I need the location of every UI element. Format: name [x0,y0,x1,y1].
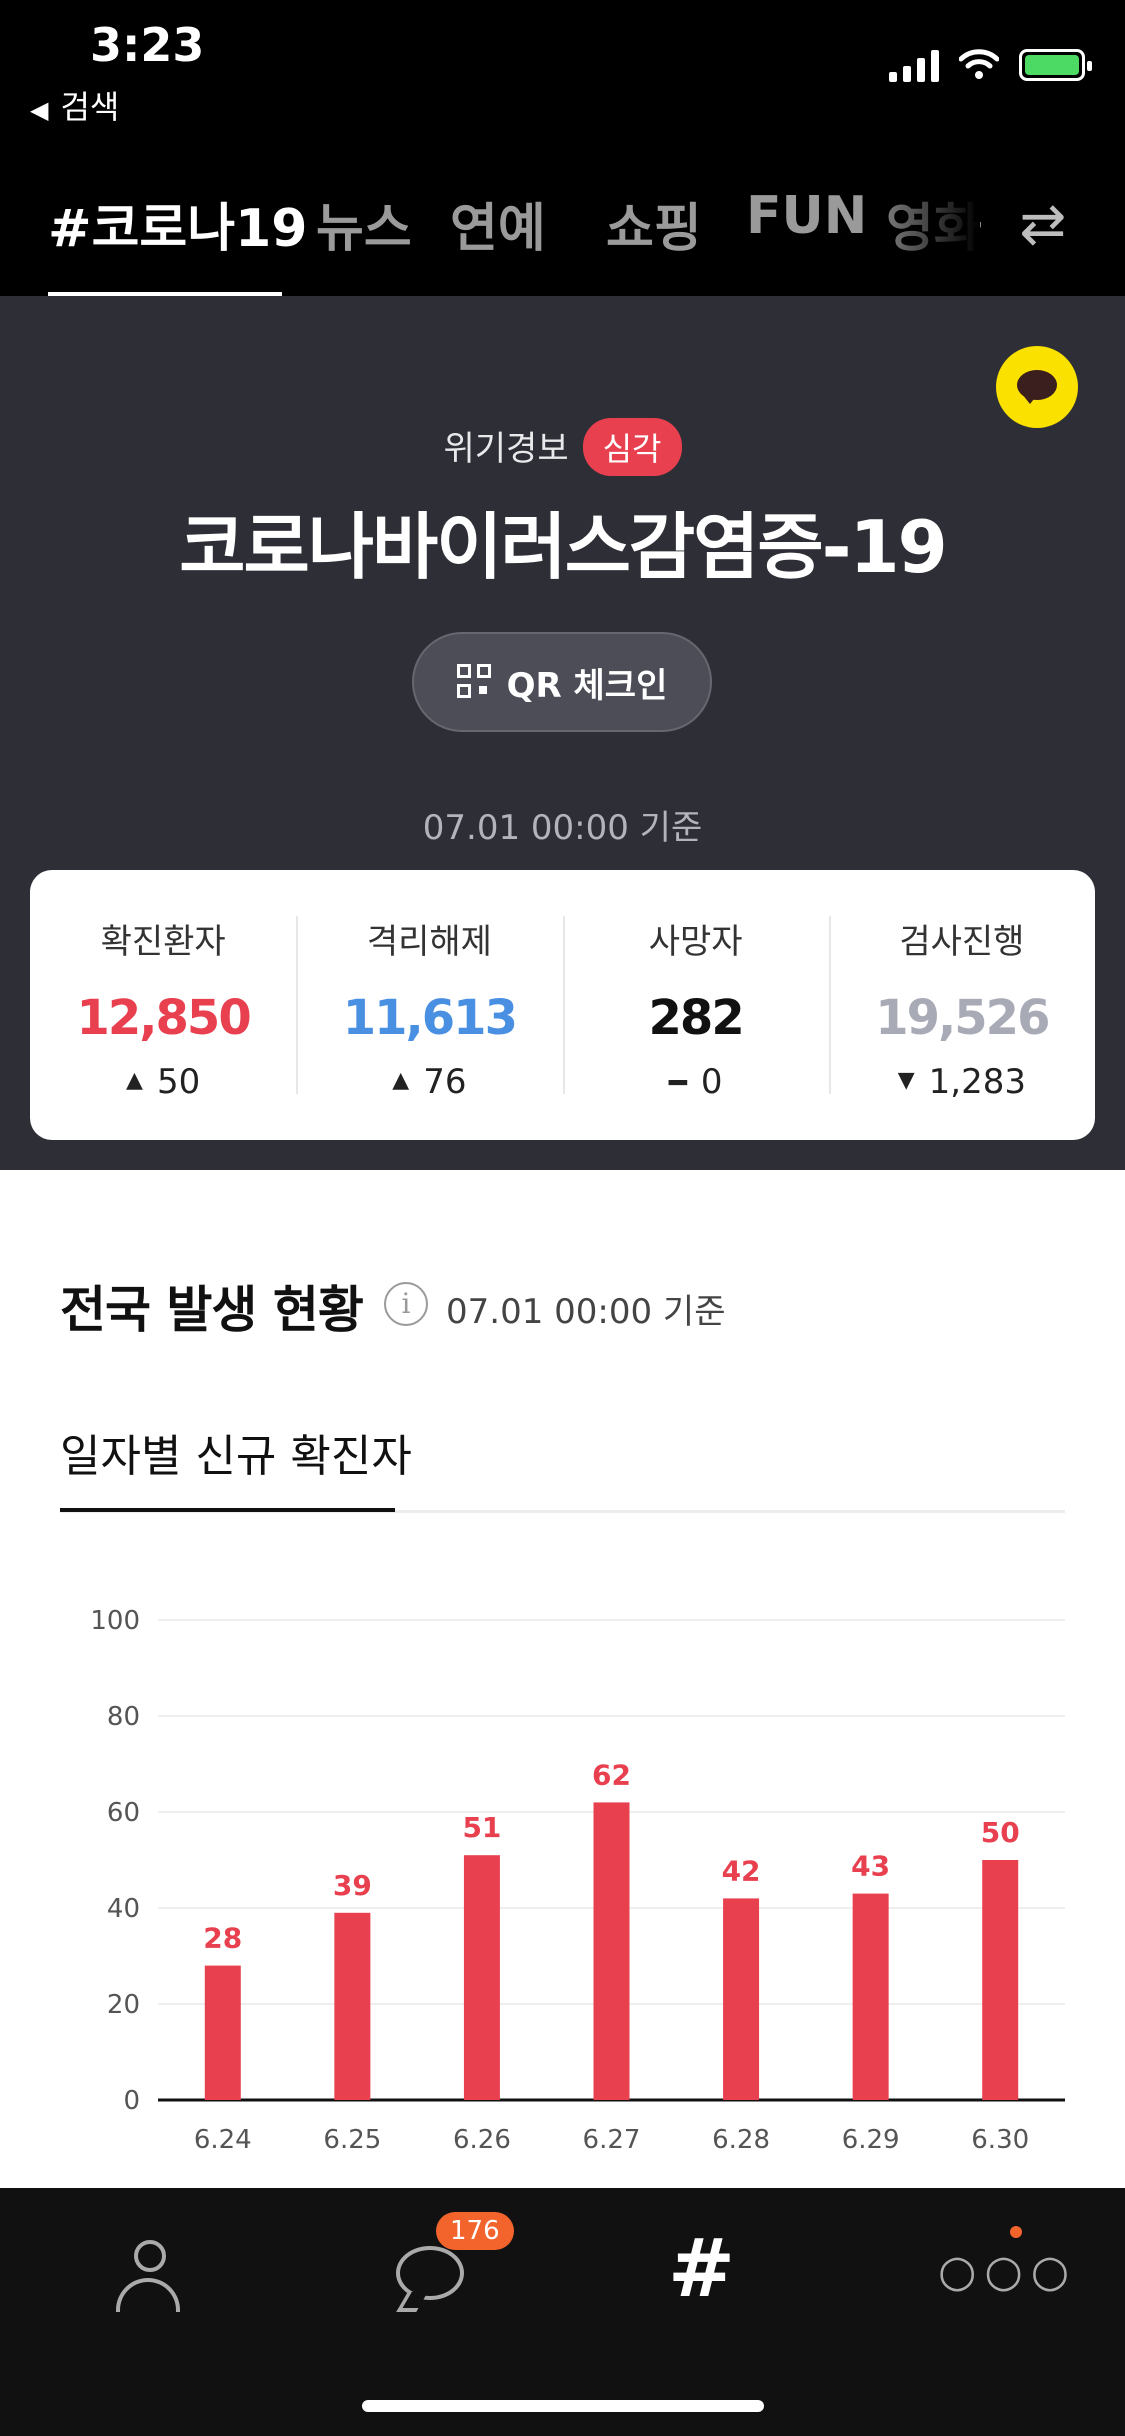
stat-confirmed[interactable]: 확진환자 12,850 ▲ 50 [30,870,296,1140]
back-label: 검색 [60,88,120,126]
stat-value: 11,613 [342,990,518,1046]
alert-level-badge: 심각 [582,418,682,476]
stat-change: ▲ 76 [296,1062,562,1102]
status-icons [889,48,1092,82]
stat-released[interactable]: 격리해제 11,613 ▲ 76 [296,870,562,1140]
y-tick-label: 80 [107,1702,140,1732]
stat-value: 19,526 [875,990,1050,1046]
hero-title: 코로나바이러스감염증-19 [179,505,947,589]
y-tick-label: 0 [123,2086,140,2116]
qr-button-label: QR 체크인 [506,665,668,706]
wifi-icon [959,49,999,79]
x-tick-label: 6.29 [842,2125,900,2155]
tab-corona19[interactable]: #코로나19 [48,186,307,261]
y-tick-label: 40 [107,1894,140,1924]
signal-icon [889,48,939,82]
stat-label: 격리해제 [366,922,492,962]
stat-label: 확진환자 [100,922,226,962]
up-arrow-icon: ▲ [126,1068,143,1093]
x-tick-label: 6.27 [583,2125,641,2155]
tab-fun[interactable]: FUN [746,186,867,246]
up-arrow-icon: ▲ [392,1068,410,1093]
down-arrow-icon: ▼ [897,1068,915,1093]
stat-change-value: 1,283 [928,1062,1026,1102]
stat-testing[interactable]: 검사진행 19,526 ▼ 1,283 [828,870,1095,1140]
more-notification-dot [1010,2226,1022,2238]
back-triangle-icon: ◀ [30,96,49,124]
stat-change: ▼ 1,283 [829,1062,1095,1102]
bar[interactable] [723,1898,760,2100]
y-tick-label: 60 [107,1798,140,1828]
section-title: 전국 발생 현황 [60,1281,364,1339]
bar[interactable] [593,1802,630,2100]
section-timestamp: 07.01 00:00 기준 [446,1292,726,1332]
alert-label: 위기경보 [443,429,569,469]
tab-daily-confirmed[interactable]: 일자별 신규 확진자 [60,1420,412,1484]
back-to-search[interactable]: ◀ 검색 [30,82,119,128]
qr-checkin-button[interactable]: QR 체크인 [412,632,712,732]
bar-value-label: 42 [722,1854,761,1887]
status-time: 3:23 [90,18,205,72]
stat-label: 사망자 [648,922,743,962]
bar-value-label: 50 [981,1816,1020,1849]
bar[interactable] [463,1855,500,2100]
stat-value: 282 [648,990,745,1046]
tab-fade [860,176,980,276]
daily-confirmed-chart: 0 20 40 60 80 100 28 6.24 39 6.25 51 6.26 62 6.27 42 6.… [90,1606,1065,2155]
x-tick-label: 6.28 [712,2125,770,2155]
chat-count-badge: 176 [436,2212,514,2250]
qr-code-icon [456,664,493,700]
bar-value-label: 51 [462,1811,501,1844]
bar-value-label: 39 [333,1869,372,1902]
stat-change: ▲ 50 [30,1062,296,1102]
stat-change-value: 50 [156,1062,201,1102]
x-tick-label: 6.26 [453,2125,511,2155]
stats-card: 확진환자 12,850 ▲ 50 격리해제 11,613 ▲ 76 사망자 282 … [30,870,1095,1140]
bar-value-label: 62 [592,1758,631,1791]
hero-timestamp: 07.01 00:00 기준 [422,808,703,848]
x-tick-label: 6.25 [323,2125,381,2155]
hashtag-tab-icon[interactable]: # [668,2222,735,2315]
more-tab-icon[interactable]: ○○○ [938,2246,1077,2297]
kakao-talk-icon[interactable] [996,346,1078,428]
stat-deaths[interactable]: 사망자 282 ━ 0 [562,870,829,1140]
tab-entertainment[interactable]: 연예 [450,186,546,261]
bar-value-label: 28 [203,1922,242,1955]
stat-change-value: 76 [423,1062,467,1102]
bar[interactable] [852,1893,889,2100]
x-tick-label: 6.24 [194,2125,252,2155]
home-indicator[interactable] [362,2400,764,2412]
dash-icon: ━ [668,1066,687,1101]
bar[interactable] [334,1912,371,2100]
friends-tab-icon[interactable] [100,2232,200,2332]
tab-shopping[interactable]: 쇼핑 [606,186,702,261]
y-tick-label: 20 [107,1990,140,2020]
battery-icon [1019,49,1092,81]
stat-label: 검사진행 [899,922,1025,962]
y-tick-label: 100 [90,1606,140,1636]
info-icon[interactable]: i [384,1282,428,1326]
sub-tab-active-indicator [60,1508,395,1512]
tab-news[interactable]: 뉴스 [316,186,412,261]
stat-change-value: 0 [700,1062,723,1102]
x-tick-label: 6.30 [971,2125,1029,2155]
tab-switch-icon[interactable]: ⇄ [1008,190,1078,260]
stat-change: ━ 0 [563,1062,829,1102]
stat-value: 12,850 [76,990,252,1046]
bar[interactable] [982,1860,1019,2100]
bar-value-label: 43 [851,1850,890,1883]
alert-row: 위기경보 심각 [0,418,1125,476]
bar[interactable] [204,1965,241,2100]
